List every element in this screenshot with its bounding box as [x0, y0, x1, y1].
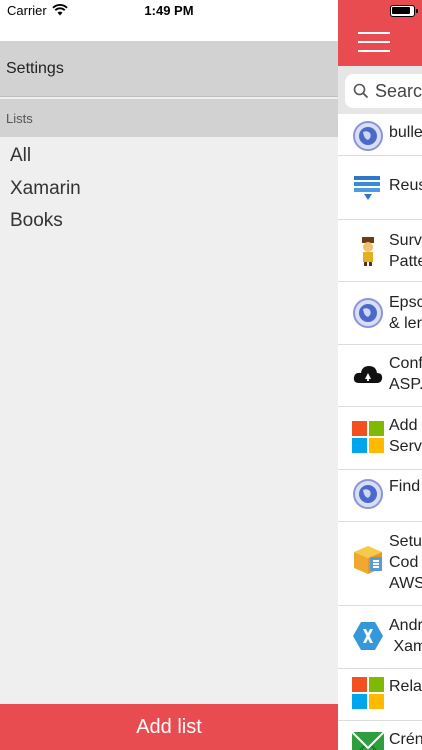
- feed-item-title: Rela: [389, 676, 422, 697]
- feed-item-title: Andr Xam: [389, 615, 422, 657]
- stack-icon: [354, 176, 380, 200]
- status-time: 1:49 PM: [144, 3, 194, 18]
- feed-line: Reus: [389, 177, 422, 194]
- list-item[interactable]: Epsc & ler: [338, 282, 422, 345]
- feed-item-title: Crén: [389, 729, 422, 750]
- feed-line: Rela: [389, 678, 422, 695]
- status-bar: Carrier 1:49 PM: [0, 0, 422, 22]
- feed-item-title: Epsc & ler: [389, 292, 422, 334]
- feed-line: Cod: [389, 554, 419, 571]
- microsoft-icon: [352, 421, 384, 453]
- microsoft-icon: [352, 677, 384, 709]
- side-drawer: Settings Lists All Xamarin Books Add lis…: [0, 0, 338, 750]
- feed-line: Xam: [393, 638, 422, 655]
- feed-line: Epsc: [389, 294, 422, 311]
- list-item[interactable]: Reus: [338, 156, 422, 220]
- feed-item-title: bulle: [389, 122, 422, 143]
- feed-line: AWS: [389, 575, 422, 592]
- lists: All Xamarin Books: [0, 140, 338, 238]
- list-item[interactable]: Rela: [338, 669, 422, 721]
- feed-list: bulle Reus Surv: [338, 114, 422, 750]
- main-panel: Search bulle Reus: [338, 0, 422, 750]
- character-icon: [362, 237, 374, 266]
- battery-tip: [416, 9, 418, 13]
- feed-item-title: Find: [389, 476, 420, 497]
- list-item[interactable]: Add Serv: [338, 407, 422, 470]
- envelope-icon: [352, 731, 384, 750]
- feed-item-title: Setu Cod AWS: [389, 531, 422, 594]
- feed-line: Add: [389, 417, 418, 434]
- cloud-icon: [353, 366, 383, 383]
- feed-line: Setu: [389, 533, 422, 550]
- hamburger-menu-icon[interactable]: [358, 32, 390, 53]
- feed-line: Patte: [389, 253, 422, 270]
- feed-line: Find: [389, 478, 421, 495]
- lists-section-header: Lists: [0, 99, 338, 137]
- settings-row[interactable]: Settings: [0, 41, 338, 97]
- feed-line: Conf: [389, 355, 422, 372]
- list-item[interactable]: Crén: [338, 721, 422, 750]
- search-input[interactable]: Search: [345, 74, 422, 108]
- feed-line: Serv: [389, 438, 422, 455]
- feed-line: Surv: [389, 232, 422, 249]
- feed-item-title: Surv Patte: [389, 230, 422, 272]
- search-icon: [353, 83, 369, 99]
- feed-line: Andr: [389, 617, 422, 634]
- feed-item-title: Conf ASP.: [389, 353, 422, 395]
- feed-item-title: Reus: [389, 175, 422, 196]
- feed-line: bulle: [389, 124, 422, 141]
- list-item[interactable]: Conf ASP.: [338, 345, 422, 407]
- list-item[interactable]: Find: [338, 470, 422, 522]
- search-placeholder: Search: [375, 81, 422, 101]
- list-item-xamarin[interactable]: Xamarin: [0, 173, 338, 206]
- globe-icon: [353, 298, 383, 328]
- feed-line: & ler: [389, 315, 422, 332]
- settings-label: Settings: [6, 60, 64, 77]
- globe-icon: [353, 121, 383, 151]
- list-item-all[interactable]: All: [0, 140, 338, 173]
- list-item[interactable]: Andr Xam: [338, 606, 422, 669]
- search-bar: Search: [338, 66, 422, 114]
- xamarin-icon: [353, 622, 383, 650]
- feed-line: Crén: [389, 731, 422, 748]
- feed-item-title: Add Serv: [389, 415, 422, 457]
- list-item[interactable]: Setu Cod AWS: [338, 522, 422, 606]
- list-item[interactable]: bulle: [338, 114, 422, 156]
- feed-line: ASP.: [389, 376, 422, 393]
- list-item-books[interactable]: Books: [0, 205, 338, 238]
- battery-icon: [390, 5, 415, 17]
- box-icon: [354, 546, 382, 574]
- globe-icon: [353, 479, 383, 509]
- lists-header-label: Lists: [6, 111, 33, 126]
- list-item[interactable]: Surv Patte: [338, 220, 422, 282]
- add-list-button[interactable]: Add list: [0, 704, 338, 750]
